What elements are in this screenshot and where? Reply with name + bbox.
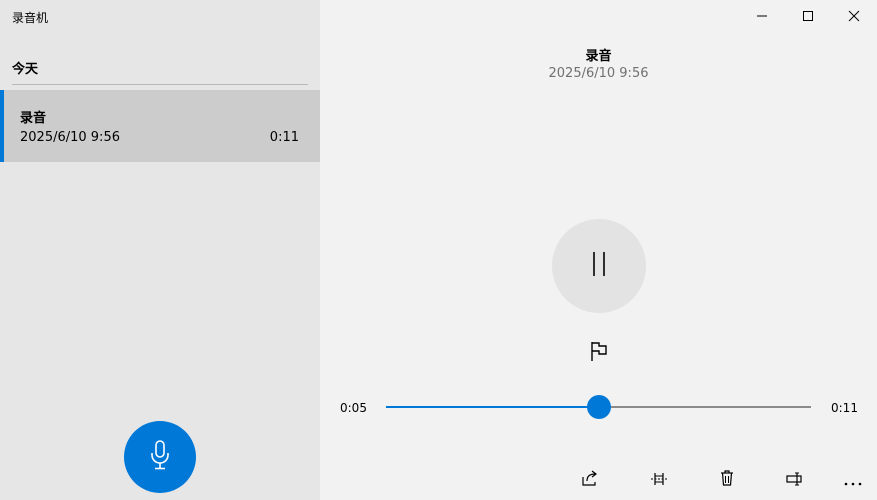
- recording-date: 2025/6/10 9:56: [20, 130, 120, 145]
- delete-button[interactable]: [713, 467, 741, 493]
- recording-duration: 0:11: [269, 130, 299, 145]
- close-icon: [848, 7, 860, 26]
- delete-icon: [720, 470, 734, 490]
- app-title: 录音机: [12, 11, 49, 25]
- trim-button[interactable]: [645, 467, 673, 493]
- recording-date-header: 2025/6/10 9:56: [548, 66, 649, 81]
- recording-name: 录音: [20, 111, 47, 126]
- rename-button[interactable]: [781, 467, 809, 493]
- microphone-icon: [149, 440, 171, 474]
- pause-icon: [589, 250, 609, 282]
- current-time: 0:05: [340, 401, 367, 415]
- minimize-icon: [756, 7, 768, 26]
- seek-thumb[interactable]: [586, 395, 611, 419]
- recording-title: 录音: [585, 49, 612, 64]
- add-marker-button[interactable]: [586, 340, 612, 366]
- minimize-button[interactable]: [739, 0, 785, 32]
- more-options-button[interactable]: [839, 467, 867, 493]
- total-time: 0:11: [831, 401, 858, 415]
- record-button[interactable]: [124, 421, 196, 493]
- maximize-icon: [802, 7, 814, 26]
- more-icon: [843, 471, 863, 490]
- share-button[interactable]: [576, 467, 604, 493]
- main-pane: 录音 2025/6/10 9:56 0:05 0:11: [320, 0, 877, 500]
- pause-button[interactable]: [552, 219, 646, 313]
- rename-icon: [786, 471, 804, 490]
- divider: [12, 84, 308, 85]
- seek-bar-progress: [386, 406, 599, 408]
- seek-bar[interactable]: [386, 395, 811, 419]
- share-icon: [581, 470, 599, 490]
- sidebar: 录音机 今天 录音 2025/6/10 9:56 0:11: [0, 0, 320, 500]
- recording-list-item[interactable]: 录音 2025/6/10 9:56 0:11: [0, 90, 320, 162]
- section-header-today: 今天: [12, 62, 39, 77]
- trim-icon: [650, 471, 668, 490]
- flag-icon: [589, 340, 609, 366]
- maximize-button[interactable]: [785, 0, 831, 32]
- close-button[interactable]: [831, 0, 877, 32]
- selection-indicator: [0, 90, 4, 162]
